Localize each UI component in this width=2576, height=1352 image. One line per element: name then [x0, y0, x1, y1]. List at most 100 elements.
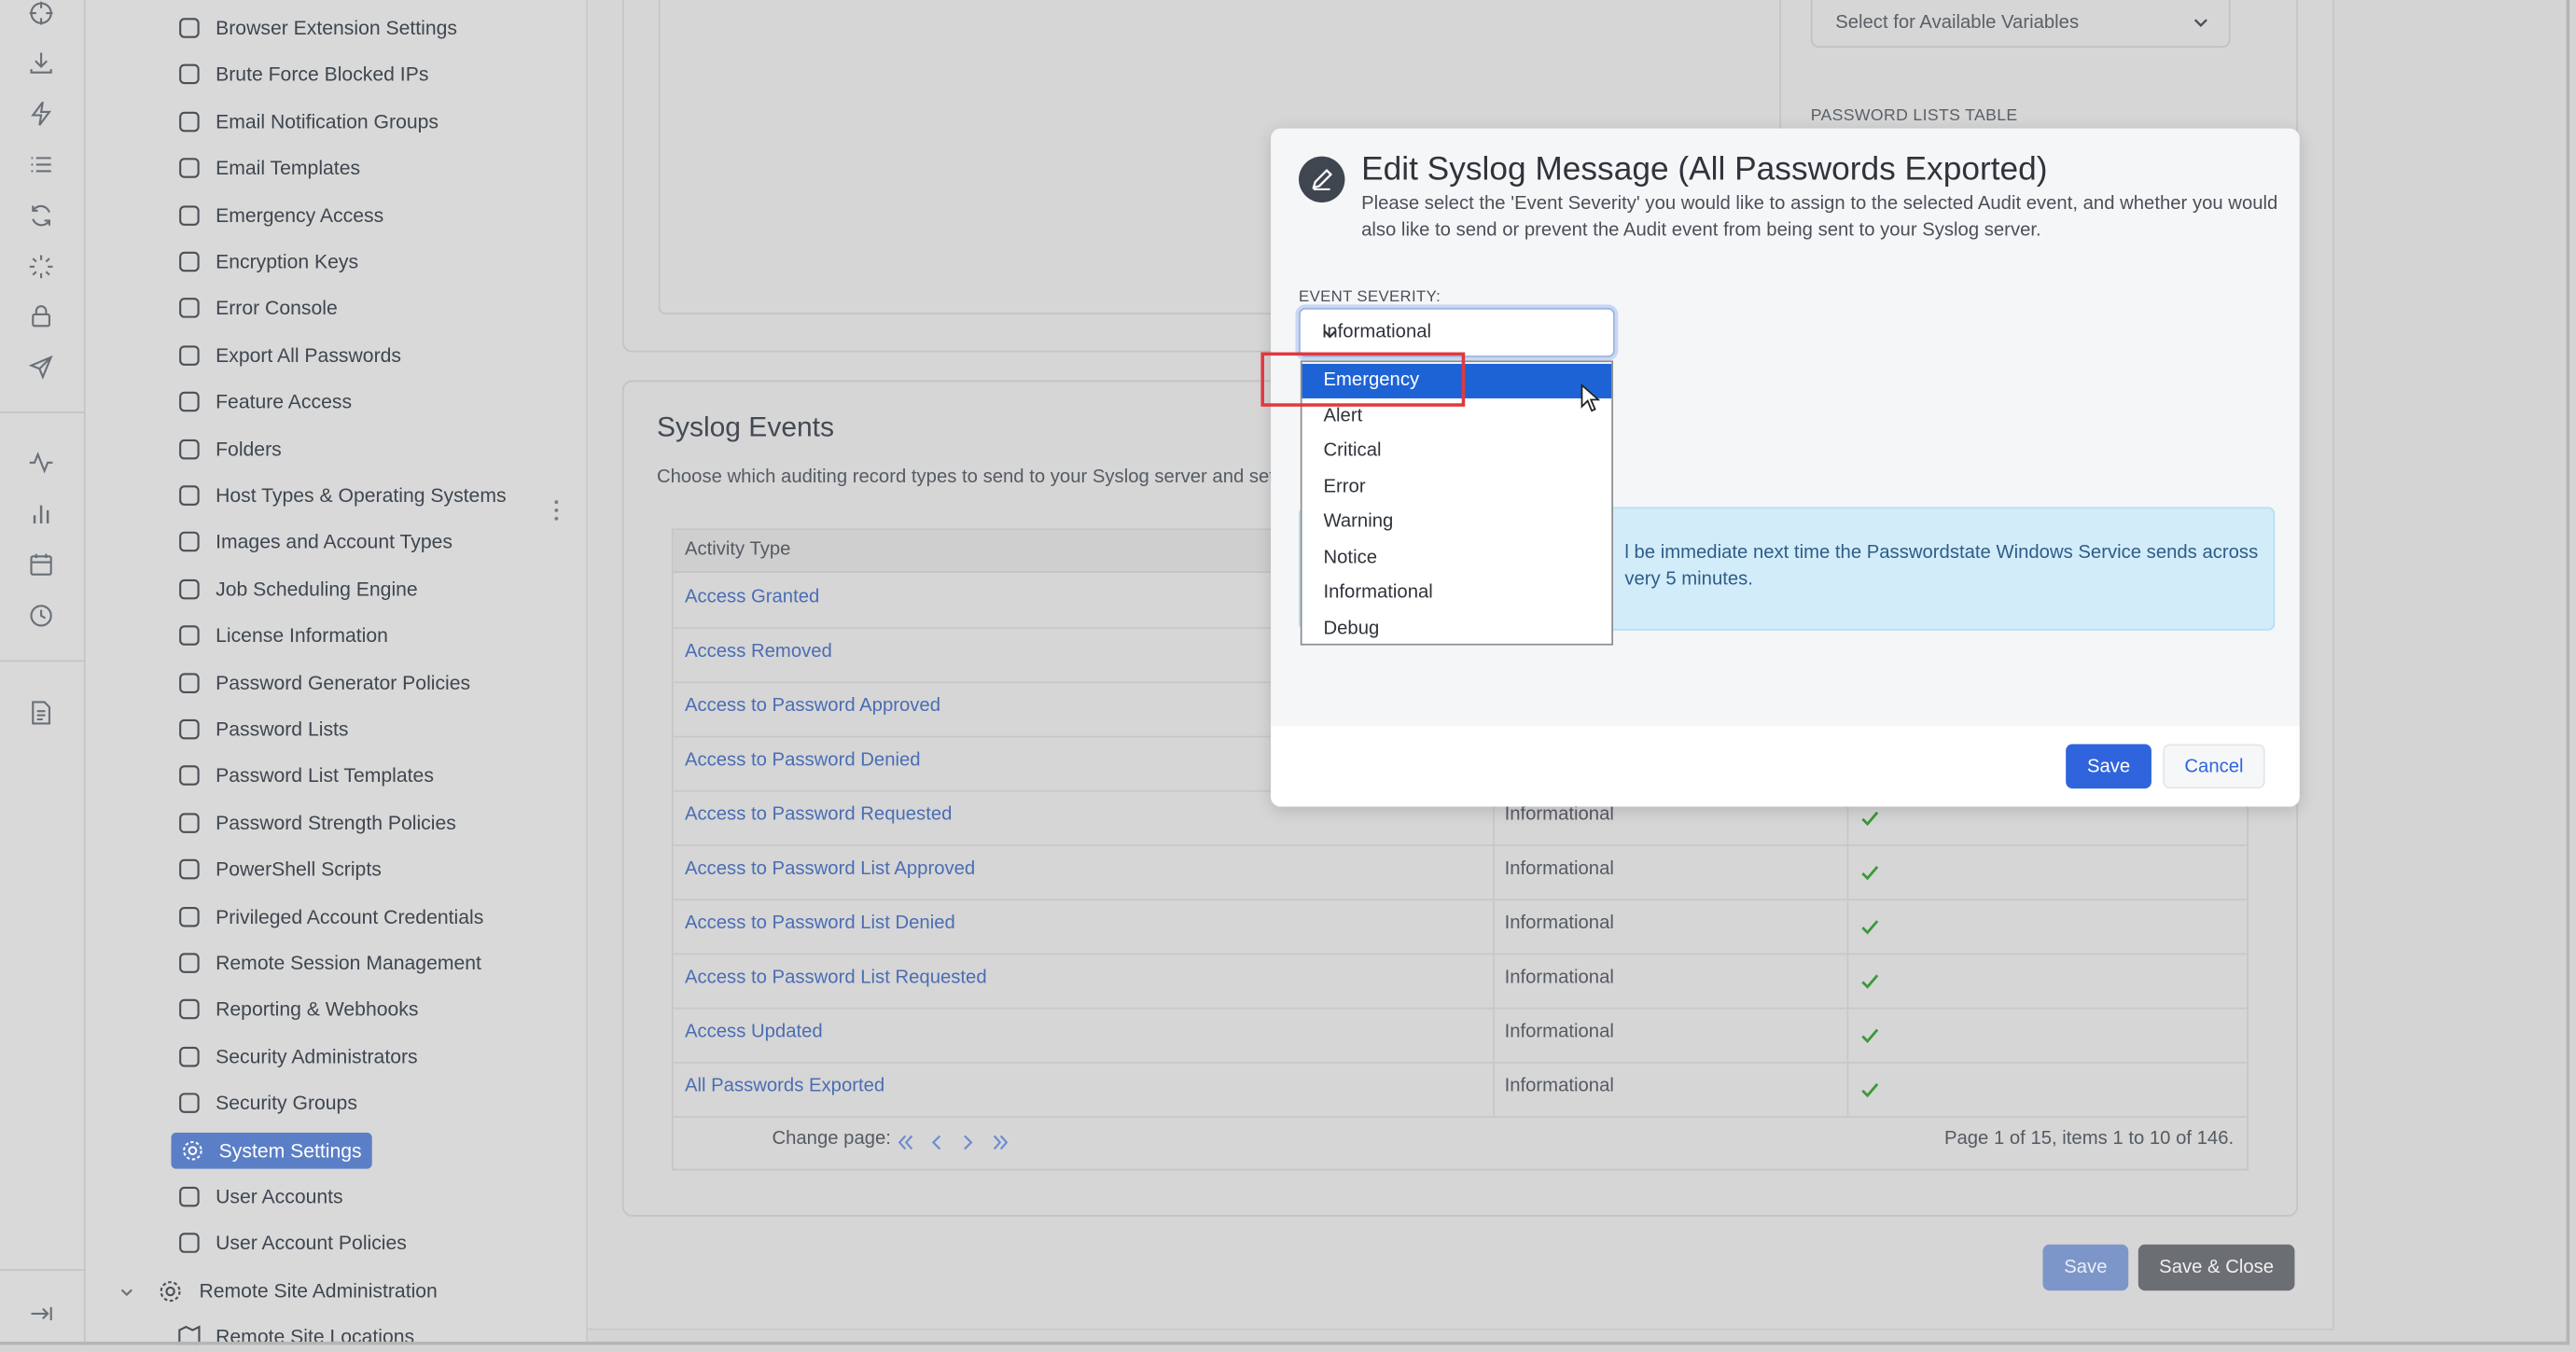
spinner-icon[interactable] — [28, 254, 54, 280]
nav-item-user-accounts[interactable]: User Accounts — [178, 1178, 343, 1215]
lock-icon[interactable] — [28, 303, 54, 329]
activity-type-link[interactable]: Access to Password Requested — [685, 805, 952, 825]
nav-item-label: Folders — [216, 437, 282, 461]
rail-divider — [0, 660, 84, 662]
activity-type-link[interactable]: Access to Password Denied — [685, 751, 921, 771]
nav-item-remote-site-locations[interactable]: Remote Site Locations — [178, 1318, 414, 1345]
envelope-icon — [178, 157, 202, 180]
users-icon — [178, 110, 202, 133]
nav-item-host-types-operating-systems[interactable]: Host Types & Operating Systems — [178, 478, 507, 514]
nav-item-folders[interactable]: Folders — [178, 431, 282, 467]
nav-item-brute-force-blocked-ips[interactable]: Brute Force Blocked IPs — [178, 57, 428, 93]
terminal-icon — [178, 858, 202, 882]
nav-item-email-notification-groups[interactable]: Email Notification Groups — [178, 104, 439, 140]
icon-rail — [0, 0, 86, 1345]
nav-item-email-templates[interactable]: Email Templates — [178, 150, 360, 187]
activity-type-link[interactable]: Access to Password List Denied — [685, 913, 955, 933]
badge-icon — [178, 624, 202, 648]
first-page-icon[interactable] — [898, 1131, 914, 1150]
nav-item-remote-session-management[interactable]: Remote Session Management — [178, 945, 481, 982]
table-row[interactable]: Access to Password List Approved Informat… — [673, 844, 2248, 901]
nav-item-label: Reporting & Webhooks — [216, 997, 419, 1022]
modal-cancel-button[interactable]: Cancel — [2163, 744, 2265, 789]
nav-item-encryption-keys[interactable]: Encryption Keys — [178, 244, 358, 280]
page-save-close-button[interactable]: Save & Close — [2137, 1244, 2295, 1291]
nav-item-feature-access[interactable]: Feature Access — [178, 383, 352, 420]
table-pager: Change page: Page 1 of 15, items 1 to 10… — [674, 1114, 2248, 1168]
nav-item-security-groups[interactable]: Security Groups — [178, 1085, 357, 1122]
crosshair-icon[interactable] — [28, 0, 54, 26]
activity-type-link[interactable]: Access Removed — [685, 642, 832, 662]
table-row[interactable]: Access Updated Informational — [673, 1007, 2248, 1064]
table-row[interactable]: Access to Password List Requested Informa… — [673, 953, 2248, 1010]
nav-item-reporting-webhooks[interactable]: Reporting & Webhooks — [178, 992, 419, 1028]
nav-item-license-information[interactable]: License Information — [178, 618, 388, 654]
nav-item-powershell-scripts[interactable]: PowerShell Scripts — [178, 851, 382, 887]
nav-item-privileged-account-credentials[interactable]: Privileged Account Credentials — [178, 899, 483, 935]
severity-option-warning[interactable]: Warning — [1302, 506, 1612, 540]
severity-option-critical[interactable]: Critical — [1302, 435, 1612, 469]
bolt-icon[interactable] — [28, 101, 54, 127]
nav-item-password-strength-policies[interactable]: Password Strength Policies — [178, 804, 456, 841]
severity-option-informational[interactable]: Informational — [1302, 577, 1612, 611]
nav-group-label: Remote Site Administration — [199, 1278, 438, 1303]
lock-icon — [178, 63, 202, 87]
nav-item-label: Password Generator Policies — [216, 671, 471, 694]
severity-option-notice[interactable]: Notice — [1302, 541, 1612, 576]
column-header-activity-type[interactable]: Activity Type — [685, 540, 791, 560]
download-icon[interactable] — [28, 49, 54, 76]
refresh-icon[interactable] — [28, 202, 54, 229]
activity-type-link[interactable]: Access Updated — [685, 1023, 823, 1042]
nav-item-security-administrators[interactable]: Security Administrators — [178, 1038, 418, 1075]
nav-item-browser-extension-settings[interactable]: Browser Extension Settings — [178, 10, 457, 47]
nav-group-remote-site-administration[interactable]: Remote Site Administration — [118, 1273, 438, 1309]
password-lists-table-label: PASSWORD LISTS TABLE — [1810, 106, 2018, 126]
column-divider — [1493, 844, 1495, 899]
activity-type-link[interactable]: Access to Password List Approved — [685, 859, 975, 879]
event-severity-select[interactable]: Informational — [1299, 307, 1615, 357]
table-row[interactable]: Access to Password List Denied Informatio… — [673, 899, 2248, 955]
modal-save-button[interactable]: Save — [2066, 744, 2151, 789]
nav-item-export-all-passwords[interactable]: Export All Passwords — [178, 337, 401, 373]
nav-item-password-lists[interactable]: Password Lists — [178, 711, 349, 747]
kebab-menu-icon[interactable] — [553, 497, 560, 523]
column-divider — [1493, 899, 1495, 954]
activity-type-link[interactable]: Access Granted — [685, 588, 819, 607]
nav-item-error-console[interactable]: Error Console — [178, 290, 338, 327]
last-page-icon[interactable] — [993, 1131, 1010, 1150]
available-variables-select[interactable]: Select for Available Variables — [1810, 0, 2231, 49]
document-icon[interactable] — [28, 700, 54, 726]
severity-cell: Informational — [1504, 968, 1614, 988]
nav-item-user-account-policies[interactable]: User Account Policies — [178, 1225, 407, 1261]
next-page-icon[interactable] — [960, 1131, 977, 1150]
nav-item-images-and-account-types[interactable]: Images and Account Types — [178, 524, 453, 561]
collapse-arrow-icon[interactable] — [28, 1301, 54, 1327]
activity-type-link[interactable]: Access to Password List Requested — [685, 968, 987, 987]
activity-icon[interactable] — [28, 450, 54, 476]
activity-type-link[interactable]: Access to Password Approved — [685, 696, 940, 716]
nav-item-password-generator-policies[interactable]: Password Generator Policies — [178, 664, 471, 701]
page-save-button[interactable]: Save — [2042, 1244, 2129, 1291]
nav-item-password-list-templates[interactable]: Password List Templates — [178, 758, 434, 794]
event-severity-label: EVENT SEVERITY: — [1299, 287, 1441, 307]
eye-off-icon — [178, 390, 202, 413]
severity-option-debug[interactable]: Debug — [1302, 611, 1612, 646]
folder-icon — [178, 438, 202, 461]
severity-option-error[interactable]: Error — [1302, 470, 1612, 505]
nav-item-label: Password Strength Policies — [216, 811, 456, 835]
nav-item-system-settings[interactable]: System Settings — [171, 1132, 372, 1168]
chevron-down-icon — [118, 1282, 135, 1299]
calendar-icon[interactable] — [28, 551, 54, 578]
nav-item-label: Images and Account Types — [216, 530, 453, 554]
bar-chart-icon[interactable] — [28, 500, 54, 526]
nav-item-label: Email Notification Groups — [216, 109, 439, 133]
clock-icon[interactable] — [28, 603, 54, 629]
table-row[interactable]: All Passwords Exported Informational — [673, 1061, 2248, 1118]
list-icon[interactable] — [28, 151, 54, 177]
nav-item-job-scheduling-engine[interactable]: Job Scheduling Engine — [178, 571, 418, 607]
severity-option-label: Alert — [1323, 405, 1363, 426]
activity-type-link[interactable]: All Passwords Exported — [685, 1077, 884, 1096]
send-icon[interactable] — [28, 354, 54, 380]
previous-page-icon[interactable] — [928, 1131, 945, 1150]
nav-item-emergency-access[interactable]: Emergency Access — [178, 197, 383, 233]
